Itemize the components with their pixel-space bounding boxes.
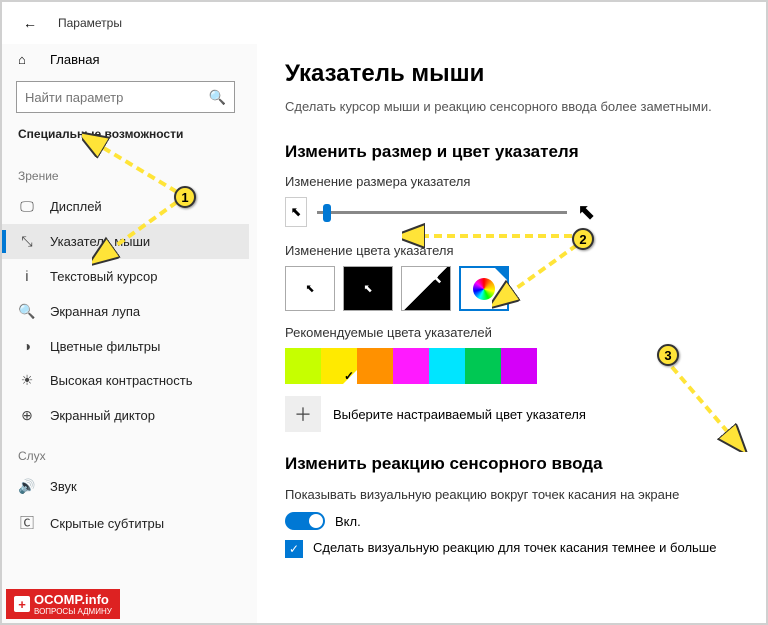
sidebar-item-mouse-pointer[interactable]: ⤡Указатель мыши — [2, 224, 249, 259]
main-content: Указатель мыши Сделать курсор мыши и реа… — [257, 44, 766, 623]
category-label: Специальные возможности — [2, 127, 249, 153]
touch-feedback-toggle[interactable] — [285, 512, 325, 530]
color-swatch[interactable] — [321, 348, 357, 384]
search-icon: 🔍 — [209, 89, 226, 106]
sidebar-item-color-filters[interactable]: ◑Цветные фильтры — [2, 329, 249, 363]
window-title: Параметры — [58, 16, 122, 30]
touch-description: Показывать визуальную реакцию вокруг точ… — [285, 486, 738, 504]
pointer-color-custom[interactable] — [459, 266, 509, 311]
section-size-color: Изменить размер и цвет указателя — [285, 142, 738, 162]
size-label: Изменение размера указателя — [285, 174, 738, 189]
home-label: Главная — [50, 52, 99, 67]
home-icon: ⌂ — [18, 52, 36, 67]
sidebar-item-narrator[interactable]: ⊕Экранный диктор — [2, 398, 249, 433]
captions-icon: 🄲 — [18, 513, 36, 533]
search-box[interactable]: 🔍 — [16, 81, 235, 113]
text-cursor-icon: Ꭵ — [18, 268, 36, 285]
display-icon: 🖵 — [18, 198, 36, 215]
color-swatch[interactable] — [429, 348, 465, 384]
search-input[interactable] — [25, 90, 209, 105]
section-touch: Изменить реакцию сенсорного ввода — [285, 454, 738, 474]
pointer-color-inverted[interactable]: ⬉ — [401, 266, 451, 311]
cursor-icon: ⤡ — [18, 233, 36, 250]
magnifier-icon: 🔍 — [18, 303, 36, 320]
sidebar-item-high-contrast[interactable]: ☀Высокая контрастность — [2, 363, 249, 398]
cursor-small-preview: ⬉ — [285, 197, 307, 227]
custom-color-label: Выберите настраиваемый цвет указателя — [333, 407, 586, 422]
color-swatch[interactable] — [465, 348, 501, 384]
checkbox-label: Сделать визуальную реакцию для точек кас… — [313, 540, 716, 557]
color-swatch[interactable] — [285, 348, 321, 384]
toggle-state-label: Вкл. — [335, 514, 361, 529]
audio-icon: 🔊 — [18, 478, 36, 495]
sidebar-item-captions[interactable]: 🄲Скрытые субтитры — [2, 504, 249, 542]
narrator-icon: ⊕ — [18, 407, 36, 424]
sidebar-item-display[interactable]: 🖵Дисплей — [2, 189, 249, 224]
color-swatch[interactable] — [393, 348, 429, 384]
sidebar-item-magnifier[interactable]: 🔍Экранная лупа — [2, 294, 249, 329]
sidebar-item-text-cursor[interactable]: ᎥТекстовый курсор — [2, 259, 249, 294]
pointer-color-black[interactable]: ⬉ — [343, 266, 393, 311]
sidebar-item-audio[interactable]: 🔊Звук — [2, 469, 249, 504]
color-swatch[interactable] — [357, 348, 393, 384]
watermark-plus-icon: + — [14, 596, 30, 612]
add-custom-color-button[interactable]: ＋ — [285, 396, 321, 432]
pointer-color-white[interactable]: ⬉ — [285, 266, 335, 311]
color-swatch[interactable] — [501, 348, 537, 384]
color-label: Изменение цвета указателя — [285, 243, 738, 258]
slider-thumb[interactable] — [323, 204, 331, 222]
rainbow-icon — [473, 278, 495, 300]
annotation-badge-1: 1 — [174, 186, 196, 208]
annotation-badge-3: 3 — [657, 344, 679, 366]
sidebar: ⌂ Главная 🔍 Специальные возможности Зрен… — [2, 44, 257, 623]
darker-feedback-checkbox[interactable]: ✓ — [285, 540, 303, 558]
cursor-large-preview: ⬉ — [577, 199, 595, 225]
recommended-label: Рекомендуемые цвета указателей — [285, 325, 738, 340]
result-cursor-icon: ↖ — [732, 426, 744, 443]
group-label-vision: Зрение — [2, 153, 249, 189]
page-title: Указатель мыши — [285, 60, 738, 88]
back-button[interactable]: ← — [14, 7, 46, 39]
watermark: + OCOMP.info ВОПРОСЫ АДМИНУ — [6, 589, 120, 619]
annotation-badge-2: 2 — [572, 228, 594, 250]
sidebar-home[interactable]: ⌂ Главная — [2, 44, 249, 75]
contrast-icon: ☀ — [18, 372, 36, 389]
page-description: Сделать курсор мыши и реакцию сенсорного… — [285, 98, 738, 116]
pointer-size-slider[interactable] — [317, 211, 567, 214]
group-label-hearing: Слух — [2, 433, 249, 469]
color-filter-icon: ◑ — [18, 338, 36, 354]
